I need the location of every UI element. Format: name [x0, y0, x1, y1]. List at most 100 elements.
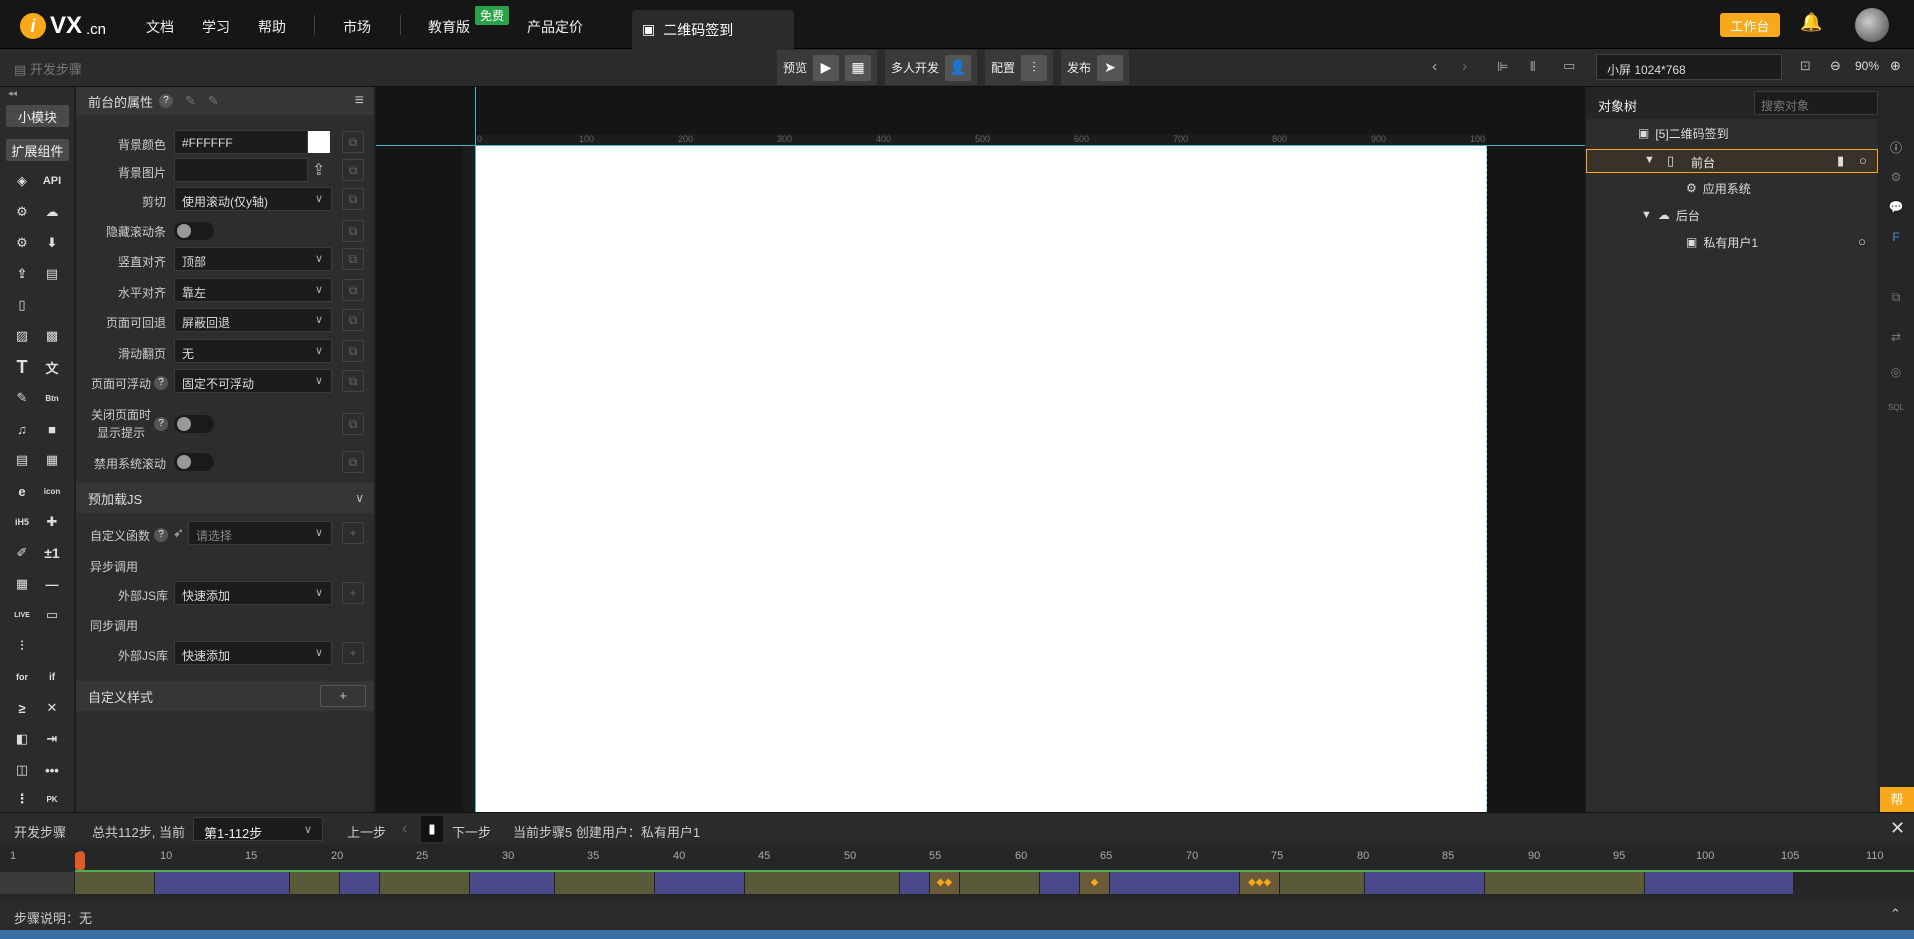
- help-icon[interactable]: ?: [154, 528, 168, 542]
- custom-func-select[interactable]: 请选择 ∨: [188, 521, 332, 545]
- nav-market[interactable]: 市场: [343, 17, 371, 37]
- nav-learn[interactable]: 学习: [202, 17, 230, 37]
- network-icon[interactable]: ⚙: [10, 200, 34, 224]
- tree-item-app-system[interactable]: ⚙ 应用系统: [1686, 177, 1751, 199]
- hide-scrollbar-toggle[interactable]: [174, 222, 214, 240]
- add-style-button[interactable]: +: [320, 685, 366, 707]
- send-icon[interactable]: ➤: [1097, 54, 1124, 81]
- music-icon[interactable]: ♫: [10, 417, 34, 441]
- sliders-icon[interactable]: ⫶: [1021, 54, 1048, 81]
- live-icon[interactable]: LIVE: [10, 603, 34, 627]
- layers-icon[interactable]: ◫: [10, 758, 34, 782]
- for-icon[interactable]: for: [10, 665, 34, 689]
- disable-scroll-toggle[interactable]: [174, 453, 214, 471]
- visibility-icon[interactable]: ○: [1858, 234, 1866, 249]
- image-icon[interactable]: ▨: [10, 324, 34, 348]
- upload-icon[interactable]: ⇪: [312, 160, 325, 180]
- pk-icon[interactable]: PK: [40, 787, 64, 811]
- copy-icon[interactable]: ⧉: [1886, 287, 1906, 307]
- copy-icon[interactable]: ⧉: [342, 159, 364, 181]
- nav-help[interactable]: 帮助: [258, 17, 286, 37]
- halign-select[interactable]: 靠左 ∨: [174, 278, 332, 302]
- valign-select[interactable]: 顶部 ∨: [174, 247, 332, 271]
- zoom-in-icon[interactable]: ⊕: [1890, 58, 1901, 74]
- chevron-left-icon[interactable]: ‹: [1432, 58, 1437, 76]
- ih5-icon[interactable]: iH5: [10, 510, 34, 534]
- help-icon[interactable]: ?: [154, 417, 168, 431]
- puzzle-icon[interactable]: ✚: [40, 510, 64, 534]
- if-icon[interactable]: if: [40, 665, 64, 689]
- async-ext-js-select[interactable]: 快速添加 ∨: [174, 581, 332, 605]
- edit-icon[interactable]: ✎: [185, 93, 196, 109]
- close-box-icon[interactable]: ✕: [40, 696, 64, 720]
- info-icon[interactable]: ▮: [1837, 153, 1844, 169]
- prev-step-button[interactable]: 上一步: [347, 822, 386, 841]
- tree-item-frontend[interactable]: ▼ ▯ 前台 ▮ ○: [1586, 149, 1878, 173]
- timeline-marker[interactable]: [75, 852, 85, 870]
- avatar[interactable]: [1855, 8, 1889, 42]
- distribute-icon[interactable]: ⫴: [1530, 59, 1535, 75]
- screen-size-select[interactable]: 小屏 1024*768: [1596, 54, 1782, 80]
- cloud-icon[interactable]: ☁: [40, 200, 64, 224]
- fit-icon[interactable]: ⊡: [1800, 58, 1811, 74]
- window-icon[interactable]: ▭: [40, 603, 64, 627]
- chat-icon[interactable]: 💬: [1886, 197, 1906, 217]
- swap-icon[interactable]: ⇄: [1886, 327, 1906, 347]
- copy-icon[interactable]: ⧉: [342, 309, 364, 331]
- page-canvas[interactable]: [475, 146, 1487, 812]
- color-swatch[interactable]: [308, 131, 330, 153]
- sync-ext-js-select[interactable]: 快速添加 ∨: [174, 641, 332, 665]
- close-prompt-toggle[interactable]: [174, 415, 214, 433]
- text-icon[interactable]: T: [10, 355, 34, 379]
- password-icon[interactable]: •••: [40, 758, 64, 782]
- ext-components-button[interactable]: 扩展组件: [6, 139, 69, 161]
- visibility-icon[interactable]: ○: [1859, 153, 1867, 168]
- page-icon[interactable]: ▯: [10, 293, 34, 317]
- caret-down-icon[interactable]: ▼: [1641, 209, 1652, 221]
- device-icon[interactable]: ▭: [1563, 58, 1575, 74]
- float-select[interactable]: 固定不可浮动 ∨: [174, 369, 332, 393]
- copy-icon[interactable]: ⧉: [342, 248, 364, 270]
- compute-icon[interactable]: ≥: [10, 696, 34, 720]
- edit-icon[interactable]: ✎: [10, 386, 34, 410]
- gear-icon[interactable]: ⚙: [10, 231, 34, 255]
- object-search-input[interactable]: 搜索对象: [1754, 91, 1878, 115]
- calendar-icon[interactable]: ▦: [40, 448, 64, 472]
- api-icon[interactable]: API: [40, 169, 64, 193]
- icon-icon[interactable]: icon: [40, 479, 64, 503]
- add-icon[interactable]: +: [342, 582, 364, 604]
- align-icon[interactable]: ⊫: [1497, 59, 1508, 75]
- menu-icon[interactable]: ≡: [355, 92, 364, 110]
- help-icon[interactable]: ?: [159, 94, 174, 108]
- play-icon[interactable]: ▶: [813, 54, 840, 81]
- download-icon[interactable]: ⬇: [40, 231, 64, 255]
- bg-image-field[interactable]: [174, 158, 308, 182]
- nav-docs[interactable]: 文档: [146, 17, 174, 37]
- bg-color-field[interactable]: #FFFFFF: [174, 130, 308, 154]
- qrcode-icon[interactable]: ▦: [10, 572, 34, 596]
- cube-icon[interactable]: ◈: [10, 169, 34, 193]
- login-icon[interactable]: ⇥: [40, 727, 64, 751]
- ivx-logo[interactable]: i VX .cn: [20, 12, 106, 40]
- help-tab[interactable]: 帮: [1880, 787, 1914, 812]
- gallery-icon[interactable]: ▩: [40, 324, 64, 348]
- video-icon[interactable]: ■: [40, 417, 64, 441]
- add-icon[interactable]: +: [342, 522, 364, 544]
- copy-icon[interactable]: ⧉: [342, 370, 364, 392]
- users-icon[interactable]: 👤: [945, 54, 972, 81]
- function-icon[interactable]: F: [1886, 227, 1906, 247]
- chevron-left-icon[interactable]: ‹: [402, 820, 407, 838]
- workbench-button[interactable]: 工作台: [1720, 13, 1780, 37]
- divider-icon[interactable]: —: [40, 572, 64, 596]
- small-module-button[interactable]: 小模块: [6, 105, 69, 127]
- zoom-out-icon[interactable]: ⊖: [1830, 58, 1841, 74]
- note-icon[interactable]: ◧: [10, 727, 34, 751]
- copy-icon[interactable]: ⧉: [342, 131, 364, 153]
- info-icon[interactable]: ⓘ: [1886, 137, 1906, 157]
- help-icon[interactable]: ?: [154, 376, 168, 390]
- btn-icon[interactable]: Btn: [40, 386, 64, 410]
- nav-education[interactable]: 教育版: [428, 17, 470, 37]
- copy-icon[interactable]: ⧉: [342, 188, 364, 210]
- tab-project[interactable]: ▣ 二维码签到: [632, 10, 794, 49]
- copy-icon[interactable]: ⧉: [342, 279, 364, 301]
